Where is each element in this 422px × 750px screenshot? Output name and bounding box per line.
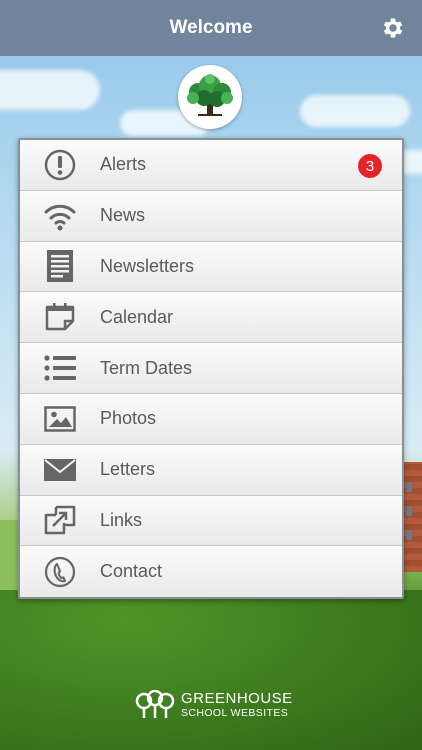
- menu-item-contact[interactable]: Contact: [20, 546, 402, 597]
- phone-icon: [44, 556, 76, 587]
- list-icon: [44, 355, 76, 381]
- menu-item-label: News: [100, 205, 146, 226]
- links-icon: [44, 506, 76, 535]
- menu-item-label: Newsletters: [100, 255, 195, 276]
- greenhouse-logo-icon: [135, 690, 175, 718]
- page-title: Welcome: [169, 17, 253, 38]
- menu-item-label: Term Dates: [100, 357, 193, 378]
- menu-item-term-dates[interactable]: Term Dates: [20, 343, 402, 394]
- wifi-icon: [44, 204, 76, 231]
- tree-icon: [187, 74, 233, 116]
- menu-item-label: Alerts: [100, 154, 147, 175]
- menu-item-alerts[interactable]: Alerts 3: [20, 140, 402, 191]
- brand-tagline: SCHOOL WEBSITES: [181, 707, 289, 720]
- menu-item-label: Contact: [100, 561, 163, 582]
- menu-item-label: Photos: [100, 408, 157, 429]
- school-logo: [178, 65, 242, 129]
- greenhouse-brand[interactable]: GREENHOUSE SCHOOL WEBSITES: [135, 690, 293, 720]
- menu-item-photos[interactable]: Photos: [20, 393, 402, 445]
- menu-item-news[interactable]: News: [20, 190, 402, 242]
- menu-item-label: Letters: [100, 459, 156, 480]
- photo-icon: [44, 406, 76, 432]
- menu-item-links[interactable]: Links: [20, 495, 402, 547]
- envelope-icon: [44, 458, 76, 481]
- brand-name: GREENHOUSE: [181, 690, 293, 708]
- alerts-count-badge: 3: [358, 154, 382, 178]
- home-screen: Welcome Alerts 3 News Newsletters Calend…: [0, 0, 422, 750]
- document-icon: [47, 250, 73, 283]
- cloud: [300, 95, 410, 127]
- menu-item-newsletters[interactable]: Newsletters: [20, 241, 402, 293]
- background-building: [402, 462, 422, 572]
- menu-item-label: Calendar: [100, 306, 174, 327]
- calendar-icon: [45, 303, 75, 331]
- cloud: [0, 70, 100, 110]
- menu-item-letters[interactable]: Letters: [20, 444, 402, 496]
- gear-icon: [383, 18, 403, 38]
- menu-item-calendar[interactable]: Calendar: [20, 292, 402, 344]
- background-grass: [0, 590, 422, 750]
- main-menu: Alerts 3 News Newsletters Calendar Term …: [18, 138, 404, 599]
- top-bar: Welcome: [0, 0, 422, 56]
- settings-button[interactable]: [378, 13, 408, 43]
- alert-icon: [44, 149, 76, 181]
- menu-item-label: Links: [100, 509, 143, 530]
